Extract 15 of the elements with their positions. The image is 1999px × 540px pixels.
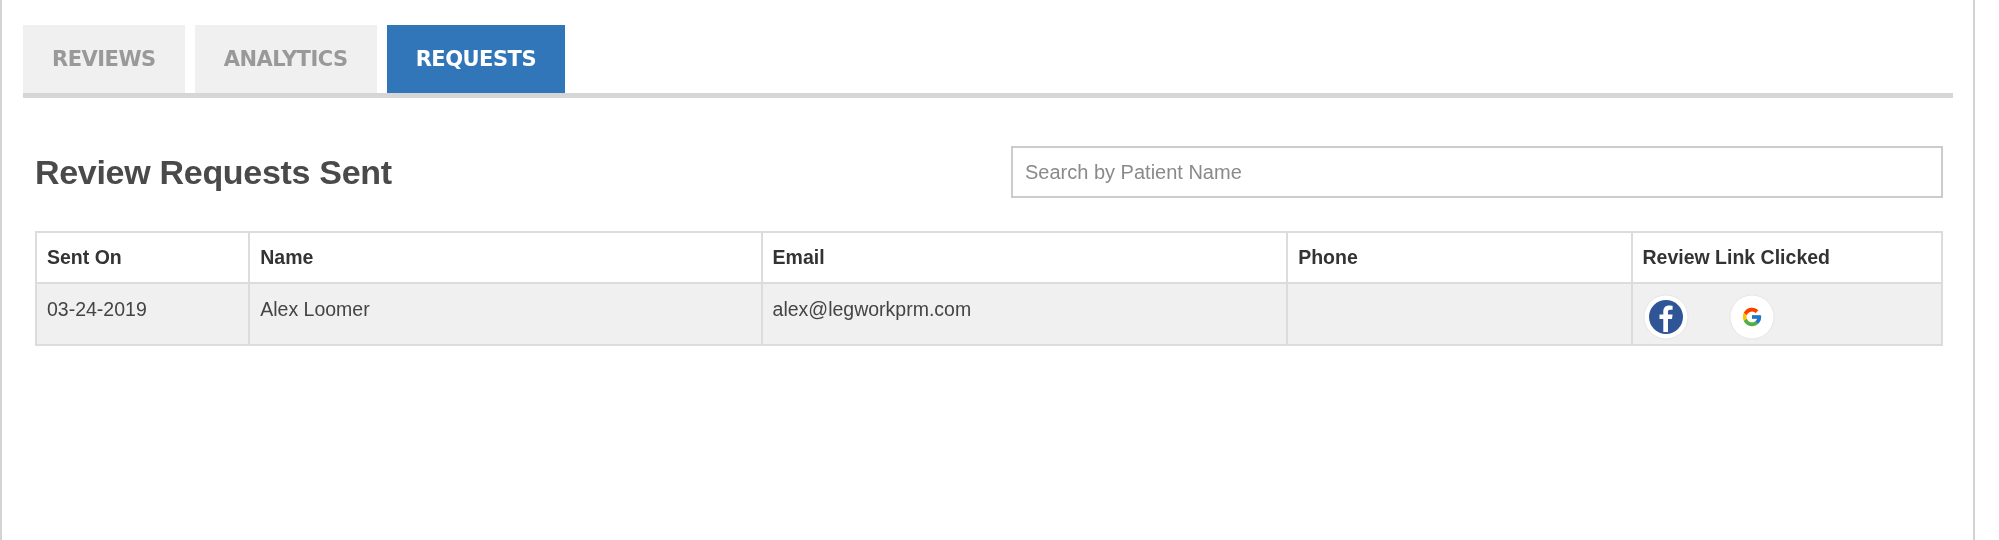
tab[interactable]: REQUESTS	[386, 25, 566, 93]
tab[interactable]: REVIEWS	[23, 25, 185, 93]
table-cell: alex@legworkprm.com	[761, 283, 1288, 345]
tab[interactable]: ANALYTICS	[194, 25, 377, 93]
google-icon[interactable]	[1728, 294, 1775, 340]
facebook-icon[interactable]	[1642, 294, 1689, 340]
page-heading: Review Requests Sent	[35, 152, 392, 192]
search-field[interactable]: Search by Patient Name	[1011, 146, 1943, 198]
column-header: Email	[761, 232, 1288, 283]
table-cell: 03-24-2019	[36, 283, 250, 345]
column-header: Sent On	[36, 232, 250, 283]
column-header: Review Link Clicked	[1631, 232, 1942, 283]
column-header: Name	[249, 232, 762, 283]
table-cell: Alex Loomer	[249, 283, 762, 345]
column-header: Phone	[1287, 232, 1632, 283]
